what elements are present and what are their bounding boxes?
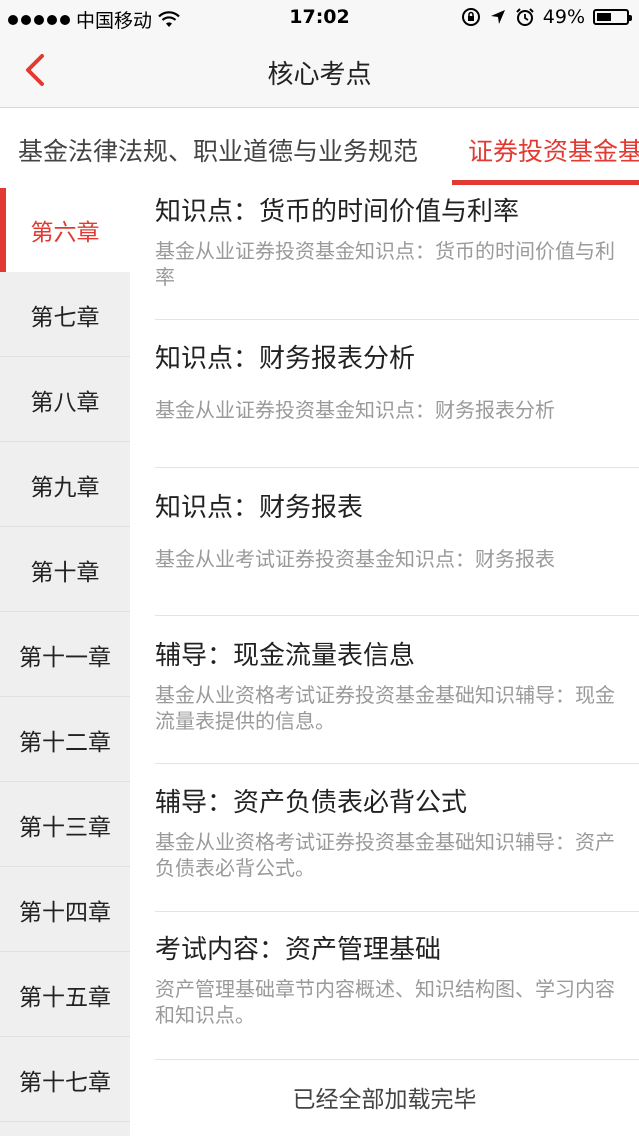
status-bar: 中国移动 17:02 49% xyxy=(0,0,639,36)
sidebar-item-chapter-15[interactable]: 第十五章 xyxy=(0,953,130,1037)
list-item[interactable]: 辅导：资产负债表必背公式 基金从业资格考试证券投资基金基础知识辅导：资产负债表必… xyxy=(155,785,639,881)
page-title: 核心考点 xyxy=(267,60,372,90)
list-item-title: 辅导：资产负债表必背公式 xyxy=(155,788,468,818)
divider xyxy=(155,763,639,764)
load-complete-message: 已经全部加载完毕 xyxy=(292,1087,477,1113)
list-item-desc: 基金从业资格考试证券投资基金基础知识辅导：现金流量表提供的信息。 xyxy=(155,683,615,733)
divider xyxy=(155,1059,639,1060)
active-tab-indicator xyxy=(452,180,639,185)
sidebar-item-chapter-7[interactable]: 第七章 xyxy=(0,273,130,357)
list-item-title: 考试内容：资产管理基础 xyxy=(155,935,442,965)
list-item-title: 知识点：财务报表分析 xyxy=(155,344,416,374)
list-item-desc: 基金从业考试证券投资基金知识点：财务报表 xyxy=(155,547,555,571)
list-item-title: 知识点：财务报表 xyxy=(155,493,364,523)
sidebar-item-chapter-11[interactable]: 第十一章 xyxy=(0,613,130,697)
location-arrow-icon xyxy=(490,10,505,24)
list-item[interactable]: 考试内容：资产管理基础 资产管理基础章节内容概述、知识结构图、学习内容和知识点。 xyxy=(155,932,639,1028)
sidebar-item-chapter-12[interactable]: 第十二章 xyxy=(0,698,130,782)
list-item[interactable]: 知识点：财务报表 基金从业考试证券投资基金知识点：财务报表 xyxy=(155,490,639,572)
battery-percent: 49% xyxy=(542,6,585,28)
tab-fund-law[interactable]: 基金法律法规、职业道德与业务规范 xyxy=(18,132,418,168)
list-item[interactable]: 辅导：现金流量表信息 基金从业资格考试证券投资基金基础知识辅导：现金流量表提供的… xyxy=(155,638,639,734)
tab-securities-fund[interactable]: 证券投资基金基 xyxy=(468,132,639,168)
list-item[interactable]: 知识点：货币的时间价值与利率 基金从业证券投资基金知识点：货币的时间价值与利率 xyxy=(155,194,639,290)
battery-icon xyxy=(593,9,632,25)
divider xyxy=(155,615,639,616)
sidebar-item-chapter-10[interactable]: 第十章 xyxy=(0,528,130,612)
list-item-desc: 基金从业证券投资基金知识点：财务报表分析 xyxy=(155,398,555,422)
list-item-desc: 基金从业资格考试证券投资基金基础知识辅导：资产负债表必背公式。 xyxy=(155,830,615,880)
alarm-icon xyxy=(516,8,534,26)
sidebar-item-chapter-8[interactable]: 第八章 xyxy=(0,358,130,442)
list-item-desc: 资产管理基础章节内容概述、知识结构图、学习内容和知识点。 xyxy=(155,977,615,1027)
sidebar-item-chapter-9[interactable]: 第九章 xyxy=(0,443,130,527)
list-item-desc: 基金从业证券投资基金知识点：货币的时间价值与利率 xyxy=(155,239,615,289)
sidebar-item-chapter-6[interactable]: 第六章 xyxy=(0,188,130,272)
divider xyxy=(155,467,639,468)
subject-tabs: 基金法律法规、职业道德与业务规范 证券投资基金基 xyxy=(0,108,639,188)
divider xyxy=(155,319,639,320)
list-item[interactable]: 知识点：财务报表分析 基金从业证券投资基金知识点：财务报表分析 xyxy=(155,341,639,423)
sidebar-item-chapter-17[interactable]: 第十七章 xyxy=(0,1038,130,1122)
divider xyxy=(155,911,639,912)
rotation-lock-icon xyxy=(461,8,480,26)
sidebar-item-chapter-14[interactable]: 第十四章 xyxy=(0,868,130,952)
list-item-title: 辅导：现金流量表信息 xyxy=(155,641,416,671)
knowledge-list: 知识点：货币的时间价值与利率 基金从业证券投资基金知识点：货币的时间价值与利率 … xyxy=(130,188,639,1136)
list-item-title: 知识点：货币的时间价值与利率 xyxy=(155,197,520,227)
sidebar-item-chapter-13[interactable]: 第十三章 xyxy=(0,783,130,867)
chapter-sidebar: 第六章 第七章 第八章 第九章 第十章 第十一章 第十二章 第十三章 第十四章 … xyxy=(0,188,130,1136)
nav-bar: 核心考点 xyxy=(0,36,639,108)
